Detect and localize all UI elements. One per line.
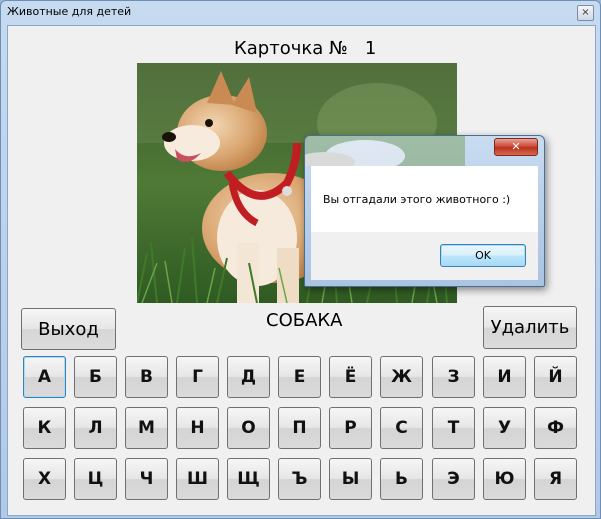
letter-key[interactable]: Ё [329,356,372,398]
letter-key[interactable]: Й [534,356,577,398]
letter-key[interactable]: Д [227,356,270,398]
ok-button[interactable]: OK [440,244,526,267]
letter-key[interactable]: Ы [329,458,372,500]
letter-key[interactable]: Р [329,407,372,449]
letter-key[interactable]: И [483,356,526,398]
letter-key[interactable]: Х [23,458,66,500]
letter-key[interactable]: П [278,407,321,449]
letter-key[interactable]: С [380,407,423,449]
letter-key[interactable]: Я [534,458,577,500]
card-title: Карточка № 1 [234,38,377,59]
letter-key[interactable]: О [227,407,270,449]
letter-key[interactable]: Э [432,458,475,500]
window-close-button[interactable]: × [577,5,594,21]
dialog-footer: OK [311,232,538,280]
blurred-photo-icon [305,136,465,166]
letter-key[interactable]: Г [176,356,219,398]
letter-key[interactable]: Т [432,407,475,449]
letter-key[interactable]: Ф [534,407,577,449]
letter-key[interactable]: Н [176,407,219,449]
dialog-background-blur [305,136,465,166]
answer-label: СОБАКА [266,310,343,331]
letter-key[interactable]: Ц [74,458,117,500]
title-bar[interactable]: Животные для детей × [1,1,600,23]
letter-key[interactable]: В [125,356,168,398]
window-title: Животные для детей [7,5,132,18]
letter-key[interactable]: Л [74,407,117,449]
letter-key[interactable]: А [23,356,66,398]
delete-button[interactable]: Удалить [483,306,577,349]
dialog-message: Вы отгадали этого животного :) [323,193,511,206]
letter-key[interactable]: Ъ [278,458,321,500]
letter-key[interactable]: Ж [380,356,423,398]
letter-key[interactable]: Б [74,356,117,398]
dialog-body: Вы отгадали этого животного :) [311,166,538,232]
letter-key[interactable]: Ю [483,458,526,500]
app-window: Животные для детей × Карточка № 1 СОБАКА… [0,0,601,519]
letter-key[interactable]: З [432,356,475,398]
letter-key[interactable]: М [125,407,168,449]
letter-key[interactable]: Щ [227,458,270,500]
letter-key[interactable]: Ш [176,458,219,500]
letter-key[interactable]: У [483,407,526,449]
letter-key[interactable]: Ч [125,458,168,500]
letter-key[interactable]: Ь [380,458,423,500]
message-dialog: ✕ Вы отгадали этого животного :) OK [304,135,545,287]
dialog-close-button[interactable]: ✕ [494,138,538,156]
exit-button[interactable]: Выход [21,308,116,350]
letter-key[interactable]: Е [278,356,321,398]
letter-key[interactable]: К [23,407,66,449]
